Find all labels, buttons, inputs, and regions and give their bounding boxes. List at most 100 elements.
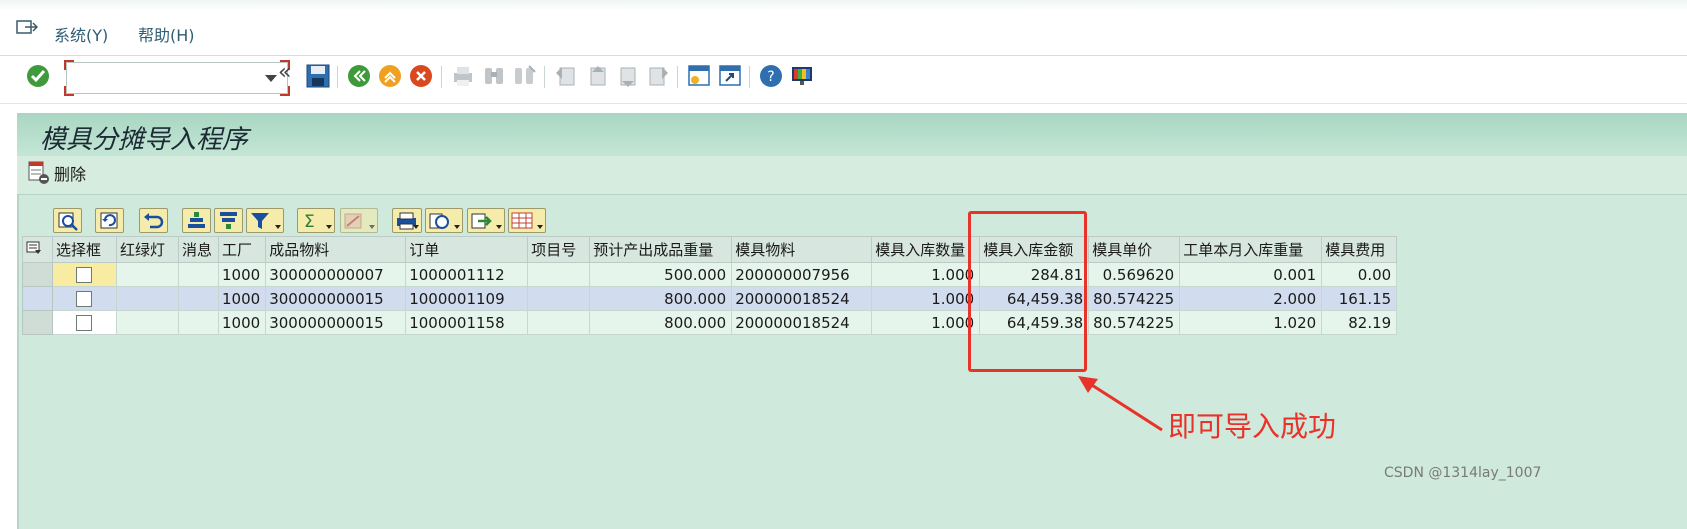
column-header[interactable]: 选择框 [52, 236, 117, 263]
sort-ascending-icon[interactable] [182, 208, 211, 233]
menu-help[interactable]: 帮助(H) [138, 22, 195, 46]
print-icon[interactable] [450, 63, 476, 89]
mold-qty-cell: 1.000 [871, 262, 981, 287]
expected-weight-cell: 500.000 [589, 262, 733, 287]
command-field[interactable] [64, 60, 290, 96]
shortcut-icon[interactable] [717, 63, 743, 89]
details-icon[interactable] [53, 208, 82, 233]
column-header[interactable]: 工单本月入库重量 [1179, 236, 1323, 263]
expected-weight-cell: 800.000 [589, 310, 733, 335]
customize-layout-icon[interactable] [789, 63, 815, 89]
traffic-light-cell [116, 286, 179, 311]
column-header[interactable]: 预计产出成品重量 [589, 236, 733, 263]
delete-button[interactable]: 删除 [28, 160, 86, 186]
print-list-icon[interactable] [392, 208, 422, 233]
enter-check-icon[interactable] [25, 63, 51, 89]
svg-text:Σ: Σ [304, 212, 315, 232]
row-checkbox-cell[interactable] [52, 310, 117, 335]
item-cell [527, 286, 591, 311]
column-header[interactable]: 红绿灯 [116, 236, 179, 263]
toolbar-separator [441, 66, 442, 88]
export-icon[interactable] [467, 208, 505, 233]
table-row[interactable]: 1000 300000000015 1000001158 800.000 200… [22, 310, 1398, 335]
watermark: CSDN @1314lay_1007 [1384, 465, 1542, 481]
message-cell [178, 262, 219, 287]
sum-icon[interactable]: Σ [297, 208, 335, 233]
find-next-icon[interactable] [511, 63, 537, 89]
unit-price-cell: 0.569620 [1088, 262, 1181, 287]
order-cell: 1000001112 [405, 262, 529, 287]
help-icon[interactable]: ? [758, 63, 784, 89]
row-selector[interactable] [22, 262, 53, 287]
row-checkbox[interactable] [75, 267, 92, 283]
back-icon[interactable] [346, 63, 372, 89]
delete-button-label: 删除 [54, 165, 87, 184]
previous-page-icon[interactable] [584, 63, 610, 89]
traffic-light-cell [116, 262, 179, 287]
column-header[interactable]: 工厂 [217, 236, 267, 263]
row-checkbox-cell[interactable] [52, 262, 117, 287]
column-header[interactable]: 消息 [178, 236, 219, 263]
month-weight-cell: 0.001 [1179, 262, 1323, 287]
column-header[interactable]: 模具单价 [1088, 236, 1181, 263]
unit-price-cell: 80.574225 [1088, 286, 1181, 311]
table-row[interactable]: 1000 300000000015 1000001109 800.000 200… [22, 286, 1398, 311]
order-cell: 1000001158 [405, 310, 529, 335]
filter-icon[interactable] [246, 208, 284, 233]
data-grid: 选择框 红绿灯 消息 工厂 成品物料 订单 项目号 预计产出成品重量 模具物料 … [22, 236, 1398, 335]
table-row[interactable]: 1000 300000000007 1000001112 500.000 200… [22, 262, 1398, 287]
save-icon[interactable] [305, 63, 331, 89]
annotation-text: 即可导入成功 [1168, 410, 1337, 443]
toolbar-separator [544, 66, 545, 88]
mold-material-cell: 200000018524 [731, 286, 873, 311]
order-cell: 1000001109 [405, 286, 529, 311]
toolbar-separator [749, 66, 750, 88]
find-icon[interactable] [481, 63, 507, 89]
row-selector[interactable] [22, 286, 53, 311]
last-page-icon[interactable] [645, 63, 671, 89]
mold-cost-cell: 82.19 [1321, 310, 1398, 335]
mold-qty-cell: 1.000 [871, 286, 981, 311]
material-cell: 300000000015 [265, 286, 407, 311]
column-header[interactable]: 订单 [405, 236, 529, 263]
cancel-icon[interactable] [408, 63, 434, 89]
next-page-icon[interactable] [614, 63, 640, 89]
layout-icon[interactable] [508, 208, 546, 233]
plant-cell: 1000 [217, 286, 267, 311]
sort-descending-icon[interactable] [214, 208, 243, 233]
new-session-icon[interactable] [686, 63, 712, 89]
row-selector[interactable] [22, 310, 53, 335]
column-header[interactable]: 模具入库数量 [871, 236, 981, 263]
views-icon[interactable] [425, 208, 463, 233]
exit-icon[interactable] [377, 63, 403, 89]
toolbar-separator [337, 66, 338, 88]
subtotal-icon[interactable] [340, 208, 378, 233]
page-title: 模具分摊导入程序 [40, 125, 249, 155]
traffic-light-cell [116, 310, 179, 335]
row-checkbox-cell[interactable] [52, 286, 117, 311]
message-cell [178, 310, 219, 335]
refresh-icon[interactable] [95, 208, 124, 233]
menu-bar: 系统(Y) 帮助(H) [0, 0, 1687, 56]
unit-price-cell: 80.574225 [1088, 310, 1181, 335]
column-header[interactable]: 成品物料 [265, 236, 407, 263]
expected-weight-cell: 800.000 [589, 286, 733, 311]
plant-cell: 1000 [217, 262, 267, 287]
column-header[interactable]: 项目号 [527, 236, 591, 263]
row-checkbox[interactable] [75, 291, 92, 307]
svg-text:?: ? [767, 69, 774, 85]
column-header[interactable]: 模具物料 [731, 236, 873, 263]
application-toolbar [17, 156, 1687, 195]
select-all-icon[interactable] [22, 236, 53, 263]
month-weight-cell: 2.000 [1179, 286, 1323, 311]
chevron-down-icon[interactable] [265, 75, 277, 82]
menu-system[interactable]: 系统(Y) [54, 22, 108, 46]
menu-toggle-icon[interactable] [16, 20, 38, 36]
material-cell: 300000000007 [265, 262, 407, 287]
mold-material-cell: 200000018524 [731, 310, 873, 335]
collapse-chevrons-icon[interactable]: « [278, 60, 291, 85]
undo-icon[interactable] [139, 208, 168, 233]
row-checkbox[interactable] [75, 315, 92, 331]
first-page-icon[interactable] [553, 63, 579, 89]
column-header[interactable]: 模具费用 [1321, 236, 1398, 263]
